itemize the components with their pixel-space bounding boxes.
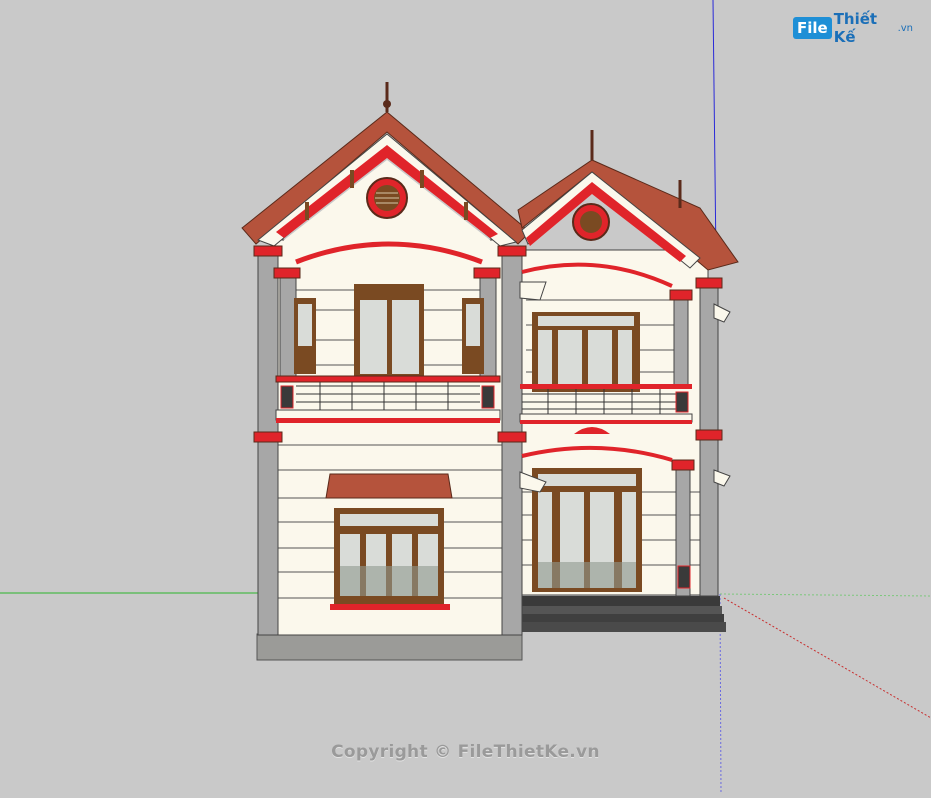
red-axis-dashed: [723, 597, 931, 719]
left-finial-ball: [383, 100, 391, 108]
step-1: [522, 596, 720, 606]
logo-ext-text: .vn: [897, 22, 913, 34]
step-3: [522, 614, 724, 622]
lower-left-window: [330, 508, 450, 610]
blue-axis: [712, 0, 717, 261]
eave-right: [713, 303, 731, 323]
step-2: [522, 606, 722, 614]
green-axis-dashed: [719, 593, 931, 597]
logo-file-text: File: [793, 17, 832, 39]
logo-rest-text: Thiết Kế: [833, 10, 878, 46]
house-model-svg: [0, 0, 931, 795]
sketchup-viewport[interactable]: [0, 0, 931, 795]
copyright-watermark: Copyright © FileThietKe.vn: [331, 742, 600, 762]
upper-left-door: [354, 284, 424, 376]
foundation-left: [256, 633, 523, 661]
upper-right-door: [532, 312, 640, 392]
main-entrance-door: [532, 468, 642, 592]
window-canopy: [325, 473, 453, 499]
step-4: [522, 622, 726, 632]
filethietke-logo: File Thiết Kế .vn: [793, 10, 913, 46]
right-round-vent-inner: [580, 211, 602, 233]
